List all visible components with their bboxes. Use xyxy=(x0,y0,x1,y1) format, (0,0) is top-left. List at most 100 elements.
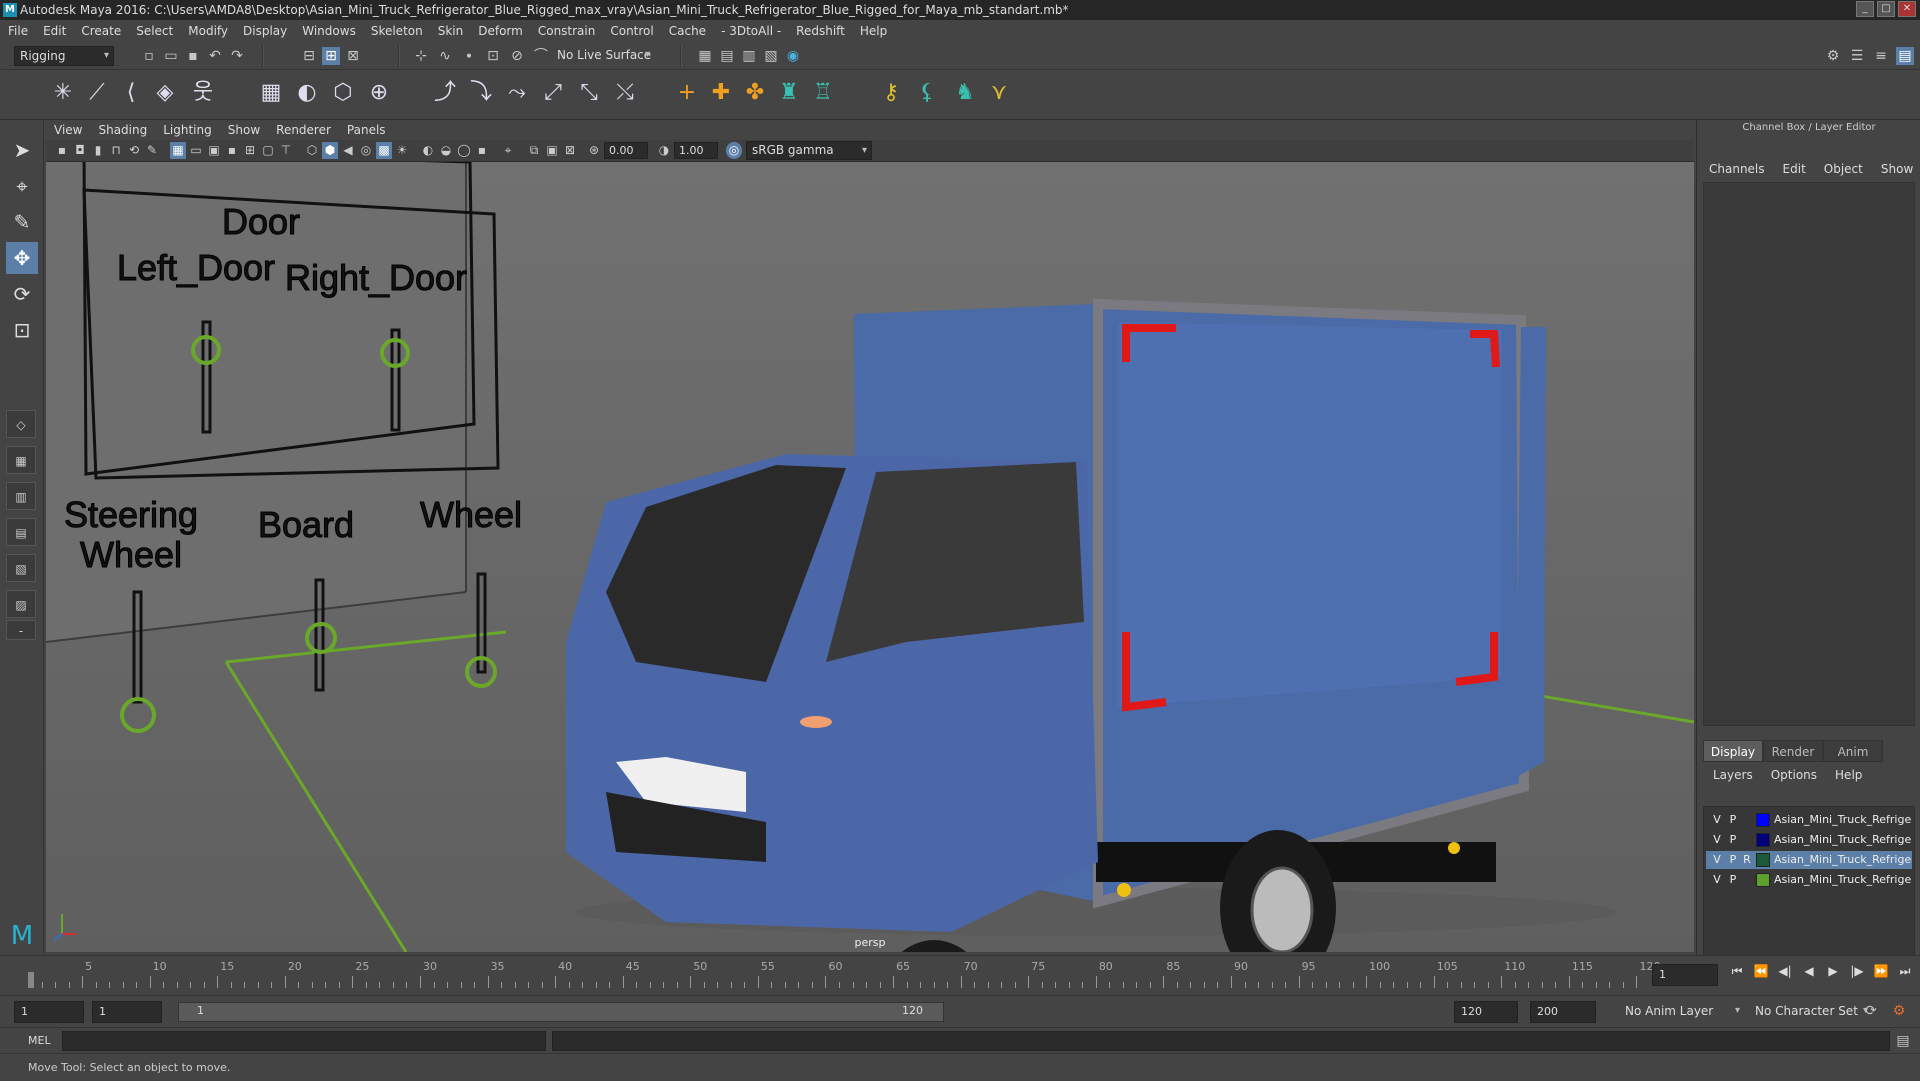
gate-mask-icon[interactable]: ▪ xyxy=(224,142,240,159)
step-forward-key-icon[interactable]: ⏩ xyxy=(1872,962,1890,980)
menu-3[interactable]: Select xyxy=(136,24,173,38)
step-back-frame-icon[interactable]: ◀| xyxy=(1776,962,1794,980)
snap-surface-icon[interactable]: ⌒ xyxy=(532,47,550,65)
four-pane-icon[interactable]: ▦ xyxy=(6,446,36,474)
open-scene-icon[interactable]: ▭ xyxy=(162,47,180,65)
flat-shade-icon[interactable]: ◀ xyxy=(340,142,356,159)
viewport-persp[interactable]: Door Left_Door Right_Door Steering Wheel… xyxy=(46,162,1694,952)
gamma-field[interactable]: 1.00 xyxy=(674,142,718,159)
menu-13[interactable]: - 3DtoAll - xyxy=(721,24,781,38)
attribute-editor-icon[interactable]: ☰ xyxy=(1848,47,1866,65)
channel-box-icon[interactable]: ▤ xyxy=(1896,47,1914,65)
auto-key-icon[interactable]: ⟳ xyxy=(1862,1002,1880,1020)
wireframe-icon[interactable]: ⬡ xyxy=(304,142,320,159)
layer-visibility-toggle[interactable]: V xyxy=(1711,811,1723,829)
ipr-render-icon[interactable]: ▥ xyxy=(740,47,758,65)
tool-settings-icon[interactable]: ≡ xyxy=(1872,47,1890,65)
rigid-bind-icon[interactable]: ⤢ xyxy=(538,78,568,108)
go-to-start-icon[interactable]: ⏮ xyxy=(1728,962,1746,980)
panel-menu-4[interactable]: Renderer xyxy=(276,123,331,137)
layer-color-swatch[interactable] xyxy=(1756,813,1770,827)
select-object-icon[interactable]: ⊞ xyxy=(322,47,340,65)
anti-aliasing-icon[interactable]: ▪ xyxy=(474,142,490,159)
layer-row[interactable]: VP Asian_Mini_Truck_Refrigerator xyxy=(1706,871,1912,889)
step-back-key-icon[interactable]: ⏪ xyxy=(1752,962,1770,980)
lattice-icon[interactable]: ▦ xyxy=(256,78,286,108)
film-gate-icon[interactable]: ▭ xyxy=(188,142,204,159)
character-set-dropdown[interactable]: No Character Set xyxy=(1750,1002,1872,1022)
field-chart-icon[interactable]: ⊞ xyxy=(242,142,258,159)
layer-visibility-toggle[interactable]: V xyxy=(1711,831,1723,849)
time-ruler[interactable]: 1510152025303540455055606570758085909510… xyxy=(28,956,1660,988)
ambient-occlusion-icon[interactable]: ◒ xyxy=(438,142,454,159)
two-d-pan-icon[interactable]: ⟲ xyxy=(126,142,142,159)
layer-playback-toggle[interactable]: P xyxy=(1727,831,1739,849)
orient-constraint-icon[interactable]: ✤ xyxy=(740,78,770,108)
smooth-bind-icon[interactable]: ⤵ xyxy=(466,78,496,108)
exposure-icon[interactable]: ⊛ xyxy=(586,142,602,159)
resolution-gate-icon[interactable]: ▣ xyxy=(206,142,222,159)
layer-menu-1[interactable]: Options xyxy=(1771,768,1817,782)
bookmark-icon[interactable]: ▮ xyxy=(90,142,106,159)
layer-visibility-toggle[interactable]: V xyxy=(1711,851,1723,869)
menu-12[interactable]: Cache xyxy=(669,24,706,38)
mirror-joint-icon[interactable]: ◈ xyxy=(150,78,180,108)
image-plane-icon[interactable]: ⊓ xyxy=(108,142,124,159)
minimize-icon[interactable]: _ xyxy=(1856,1,1874,17)
two-pane-icon[interactable]: ▥ xyxy=(6,482,36,510)
start-time-field[interactable]: 1 xyxy=(14,1001,84,1023)
grid-icon[interactable]: ▦ xyxy=(170,142,186,159)
menu-7[interactable]: Skeleton xyxy=(371,24,423,38)
menu-6[interactable]: Windows xyxy=(302,24,356,38)
camera-icon[interactable]: ▪ xyxy=(54,142,70,159)
layer-row[interactable]: VP Asian_Mini_Truck_Refrigerator xyxy=(1706,811,1912,829)
render-settings-icon[interactable]: ▧ xyxy=(762,47,780,65)
human-ik-icon[interactable]: 웃 xyxy=(188,78,218,108)
close-icon[interactable]: ✕ xyxy=(1898,1,1916,17)
command-input[interactable] xyxy=(62,1031,546,1051)
maximize-icon[interactable]: □ xyxy=(1877,1,1895,17)
point-constraint-icon[interactable]: + xyxy=(672,78,702,108)
menu-11[interactable]: Control xyxy=(610,24,653,38)
shadows-icon[interactable]: ◐ xyxy=(420,142,436,159)
channel-box-menu-0[interactable]: Channels xyxy=(1709,162,1765,176)
layer-playback-toggle[interactable]: P xyxy=(1727,851,1739,869)
panel-menu-1[interactable]: Shading xyxy=(98,123,147,137)
motion-blur-icon[interactable]: ◯ xyxy=(456,142,472,159)
layer-visibility-toggle[interactable]: V xyxy=(1711,871,1723,889)
parent-constraint-icon[interactable]: ♜ xyxy=(774,78,804,108)
snap-point-icon[interactable]: ∙ xyxy=(460,47,478,65)
ik-handle-icon[interactable]: ⟋ xyxy=(82,78,112,108)
go-to-end-icon[interactable]: ⏭ xyxy=(1896,962,1914,980)
select-hierarchy-icon[interactable]: ⊟ xyxy=(300,47,318,65)
menu-set-dropdown[interactable]: Rigging xyxy=(14,46,114,66)
menu-8[interactable]: Skin xyxy=(438,24,464,38)
tab-0[interactable]: Display xyxy=(1703,740,1763,762)
move-tool-icon[interactable]: ✥ xyxy=(6,242,38,274)
panel-menu-2[interactable]: Lighting xyxy=(163,123,212,137)
scale-tool-icon[interactable]: ⊡ xyxy=(6,314,38,346)
channel-box-area[interactable] xyxy=(1703,182,1915,726)
textured-icon[interactable]: ▩ xyxy=(376,142,392,159)
lasso-tool-icon[interactable]: ⌖ xyxy=(6,170,38,202)
connection-editor-icon[interactable]: ⚸ xyxy=(912,78,942,108)
layer-menu-0[interactable]: Layers xyxy=(1713,768,1753,782)
layout-menu-icon[interactable]: - xyxy=(6,620,36,640)
menu-4[interactable]: Modify xyxy=(188,24,228,38)
panel-menu-0[interactable]: View xyxy=(54,123,82,137)
graph-pane-icon[interactable]: ▧ xyxy=(6,554,36,582)
joint-tool-icon[interactable]: ✳ xyxy=(48,78,78,108)
hypershade-icon[interactable]: ◉ xyxy=(784,47,802,65)
bind-skin-icon[interactable]: ⤴ xyxy=(430,78,460,108)
tab-1[interactable]: Render xyxy=(1763,740,1823,762)
grease-pencil-icon[interactable]: ✎ xyxy=(144,142,160,159)
new-scene-icon[interactable]: ▫ xyxy=(140,47,158,65)
menu-0[interactable]: File xyxy=(8,24,28,38)
camera-attrs-icon[interactable]: ◘ xyxy=(72,142,88,159)
safe-action-icon[interactable]: ▢ xyxy=(260,142,276,159)
single-pane-icon[interactable]: ◇ xyxy=(6,410,36,438)
script-editor-icon[interactable]: ▤ xyxy=(1894,1032,1912,1050)
wrap-icon[interactable]: ⊕ xyxy=(364,78,394,108)
current-frame-field[interactable]: 1 xyxy=(1652,964,1718,986)
snap-view-icon[interactable]: ⊡ xyxy=(484,47,502,65)
